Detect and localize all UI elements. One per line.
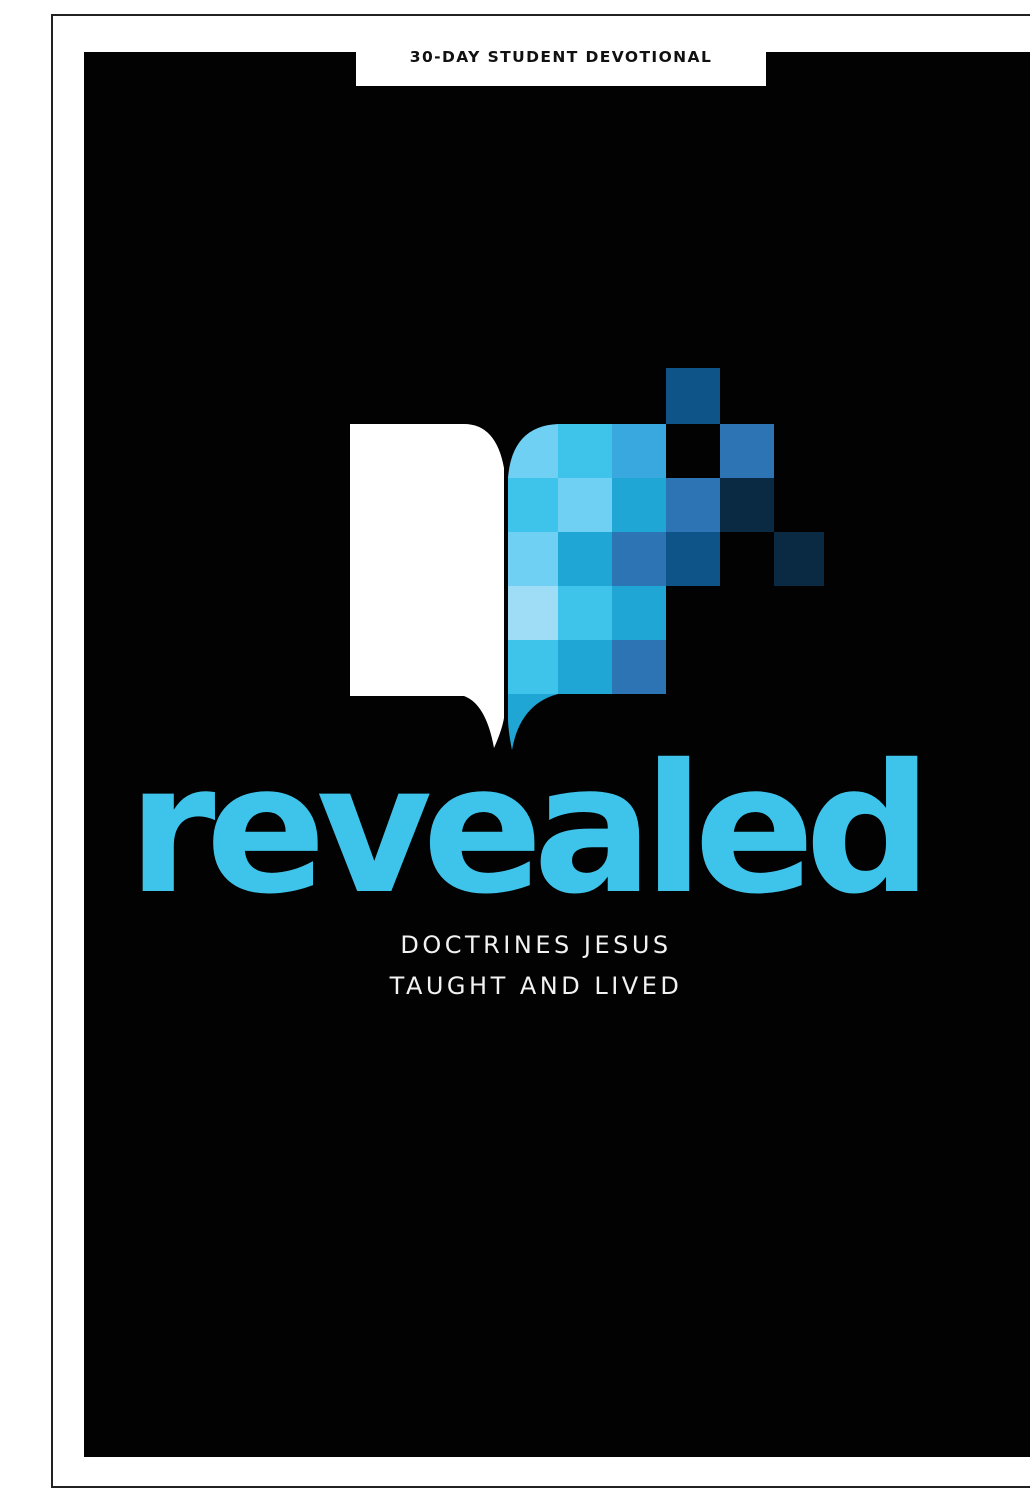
book-left-page <box>350 424 504 748</box>
pixel-page-top <box>508 424 558 478</box>
book-title: revealed <box>127 726 933 933</box>
book-cover-page: 30-DAY STUDENT DEVOTIONAL revealed DOCTR… <box>0 0 1030 1495</box>
pixel-grid <box>508 368 824 750</box>
subtitle-line-2: TAUGHT AND LIVED <box>389 972 683 1000</box>
open-book-pixel-icon <box>350 368 824 750</box>
series-label: 30-DAY STUDENT DEVOTIONAL <box>409 48 713 66</box>
subtitle-line-1: DOCTRINES JESUS <box>400 931 672 959</box>
series-tab: 30-DAY STUDENT DEVOTIONAL <box>356 34 766 86</box>
